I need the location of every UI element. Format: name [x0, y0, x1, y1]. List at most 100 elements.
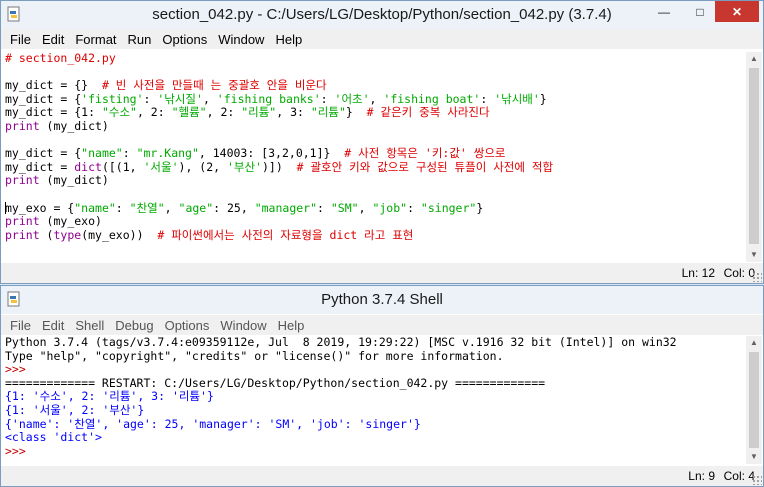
code-token: '어초' [334, 91, 370, 106]
editor-code-area[interactable]: # section_042.py my_dict = {} # 빈 사전을 만들… [5, 51, 740, 262]
shell-line: >>> [5, 362, 740, 377]
menu-window[interactable]: Window [218, 32, 264, 47]
code-token: >>> [5, 362, 33, 377]
code-token: # 사전 항목은 '키:값' 쌍으로 [344, 146, 506, 161]
menu-file[interactable]: File [10, 32, 31, 47]
code-token: "name" [81, 146, 123, 161]
code-token: print [5, 118, 40, 133]
close-icon[interactable]: ✕ [715, 1, 759, 22]
code-token: : [143, 91, 158, 106]
menu-options[interactable]: Options [165, 318, 210, 333]
shell-line: <class 'dict'> [5, 430, 740, 445]
code-token: >>> [5, 443, 33, 458]
code-token: (my_exo)) [81, 227, 158, 242]
code-token: print [5, 227, 40, 242]
editor-titlebar[interactable]: section_042.py - C:/Users/LG/Desktop/Pyt… [1, 1, 763, 29]
code-token: : [317, 200, 331, 215]
scroll-up-icon[interactable]: ▲ [746, 336, 762, 350]
minimize-icon[interactable]: — [651, 1, 677, 22]
code-token: (my_exo) [39, 214, 102, 229]
code-token: ( [39, 227, 54, 242]
editor-scrollbar[interactable]: ▲ ▼ [746, 52, 762, 262]
code-token: my_dict = { [5, 146, 82, 161]
menu-shell[interactable]: Shell [75, 318, 104, 333]
shell-window: Python 3.7.4 Shell File Edit Shell Debug… [0, 285, 764, 487]
code-token: "리튬" [241, 105, 277, 120]
code-token: ([(1, [101, 159, 144, 174]
menu-edit[interactable]: Edit [42, 318, 64, 333]
status-column: Col: 0 [723, 266, 755, 280]
code-line: my_exo = {"name": "찬열", "age": 25, "mana… [5, 200, 740, 216]
code-line: print (type(my_exo)) # 파이썬에서는 사전의 자료형을 d… [5, 227, 740, 243]
code-token: : [122, 146, 137, 161]
scroll-up-icon[interactable]: ▲ [746, 52, 762, 66]
code-token: Python 3.7.4 (tags/v3.7.4:e09359112e, Ju… [5, 335, 677, 349]
code-token: my_dict = [5, 159, 75, 174]
code-token: print [5, 173, 40, 188]
code-token: '낚시배' [494, 91, 540, 106]
shell-titlebar[interactable]: Python 3.7.4 Shell [1, 286, 763, 314]
shell-output-area[interactable]: Python 3.7.4 (tags/v3.7.4:e09359112e, Ju… [5, 335, 740, 464]
code-token: : [320, 91, 335, 106]
editor-title: section_042.py - C:/Users/LG/Desktop/Pyt… [152, 6, 612, 23]
menu-format[interactable]: Format [75, 32, 116, 47]
scroll-down-icon[interactable]: ▼ [746, 248, 762, 262]
code-token: : [115, 200, 130, 215]
code-line: my_dict = {1: "수소", 2: "헬륨", 2: "리튬", 3:… [5, 106, 740, 120]
code-token: "mr.Kang" [136, 146, 199, 161]
code-token: "헬륨" [171, 105, 207, 120]
menu-help[interactable]: Help [278, 318, 305, 333]
menu-debug[interactable]: Debug [115, 318, 153, 333]
menu-run[interactable]: Run [128, 32, 152, 47]
code-token: } [345, 105, 367, 120]
code-token: 'fishing boat' [383, 91, 481, 106]
code-token: type [53, 227, 82, 242]
menu-options[interactable]: Options [162, 32, 207, 47]
shell-title: Python 3.7.4 Shell [321, 291, 443, 308]
resize-grip-icon[interactable] [752, 272, 762, 282]
code-token: my_dict = {1: [5, 105, 102, 120]
code-token: "SM" [330, 200, 359, 215]
code-token: print [5, 214, 40, 229]
code-token: "리튬" [310, 105, 346, 120]
code-token: "manager" [254, 200, 318, 215]
code-token: , 14003: [3,2,0,1]} [198, 146, 345, 161]
code-token: {1: '수소', 2: '리튬', 3: '리튬'} [5, 389, 214, 404]
shell-menubar: File Edit Shell Debug Options Window Hel… [1, 315, 763, 335]
code-line: my_dict = {} # 빈 사전을 만들때 는 중괄호 안을 비운다 [5, 78, 740, 93]
resize-grip-icon[interactable] [752, 475, 762, 485]
menu-edit[interactable]: Edit [42, 32, 64, 47]
scroll-down-icon[interactable]: ▼ [746, 450, 762, 464]
code-token: , 2: [136, 105, 172, 120]
shell-line: >>> [5, 443, 740, 459]
code-token: "name" [74, 200, 116, 215]
code-line: print (my_dict) [5, 118, 740, 134]
maximize-icon[interactable]: □ [687, 1, 713, 22]
code-token: (my_dict) [39, 173, 109, 188]
code-token: # section_042.py [5, 51, 116, 65]
code-token: {1: '서울', 2: '부산'} [5, 402, 145, 417]
code-token: , [164, 200, 179, 215]
menu-help[interactable]: Help [275, 32, 302, 47]
code-token: , 3: [276, 105, 311, 120]
code-line: # section_042.py [5, 51, 740, 66]
menu-window[interactable]: Window [220, 318, 266, 333]
code-token: # 파이썬에서는 사전의 자료형을 dict 라고 표현 [157, 227, 414, 242]
code-token: , [369, 91, 384, 106]
code-token: , 2: [206, 105, 242, 120]
code-token: my_dict = { [5, 91, 82, 106]
scroll-thumb[interactable] [749, 68, 759, 244]
shell-line: {'name': '찬열', 'age': 25, 'manager': 'SM… [5, 417, 740, 432]
shell-line: {1: '수소', 2: '리튬', 3: '리튬'} [5, 390, 740, 404]
shell-scrollbar[interactable]: ▲ ▼ [746, 336, 762, 464]
code-token: my_exo = { [5, 200, 75, 215]
menu-file[interactable]: File [10, 318, 31, 333]
shell-line: ============= RESTART: C:/Users/LG/Deskt… [5, 376, 740, 391]
code-token: )]) [262, 159, 297, 174]
code-line: my_dict = {'fisting': '낚시질', 'fishing ba… [5, 91, 740, 107]
scroll-thumb[interactable] [749, 352, 759, 448]
code-token: } [539, 91, 547, 106]
code-token: <class 'dict'> [5, 430, 102, 445]
code-token: : [480, 91, 495, 106]
code-token: '서울' [143, 159, 179, 174]
